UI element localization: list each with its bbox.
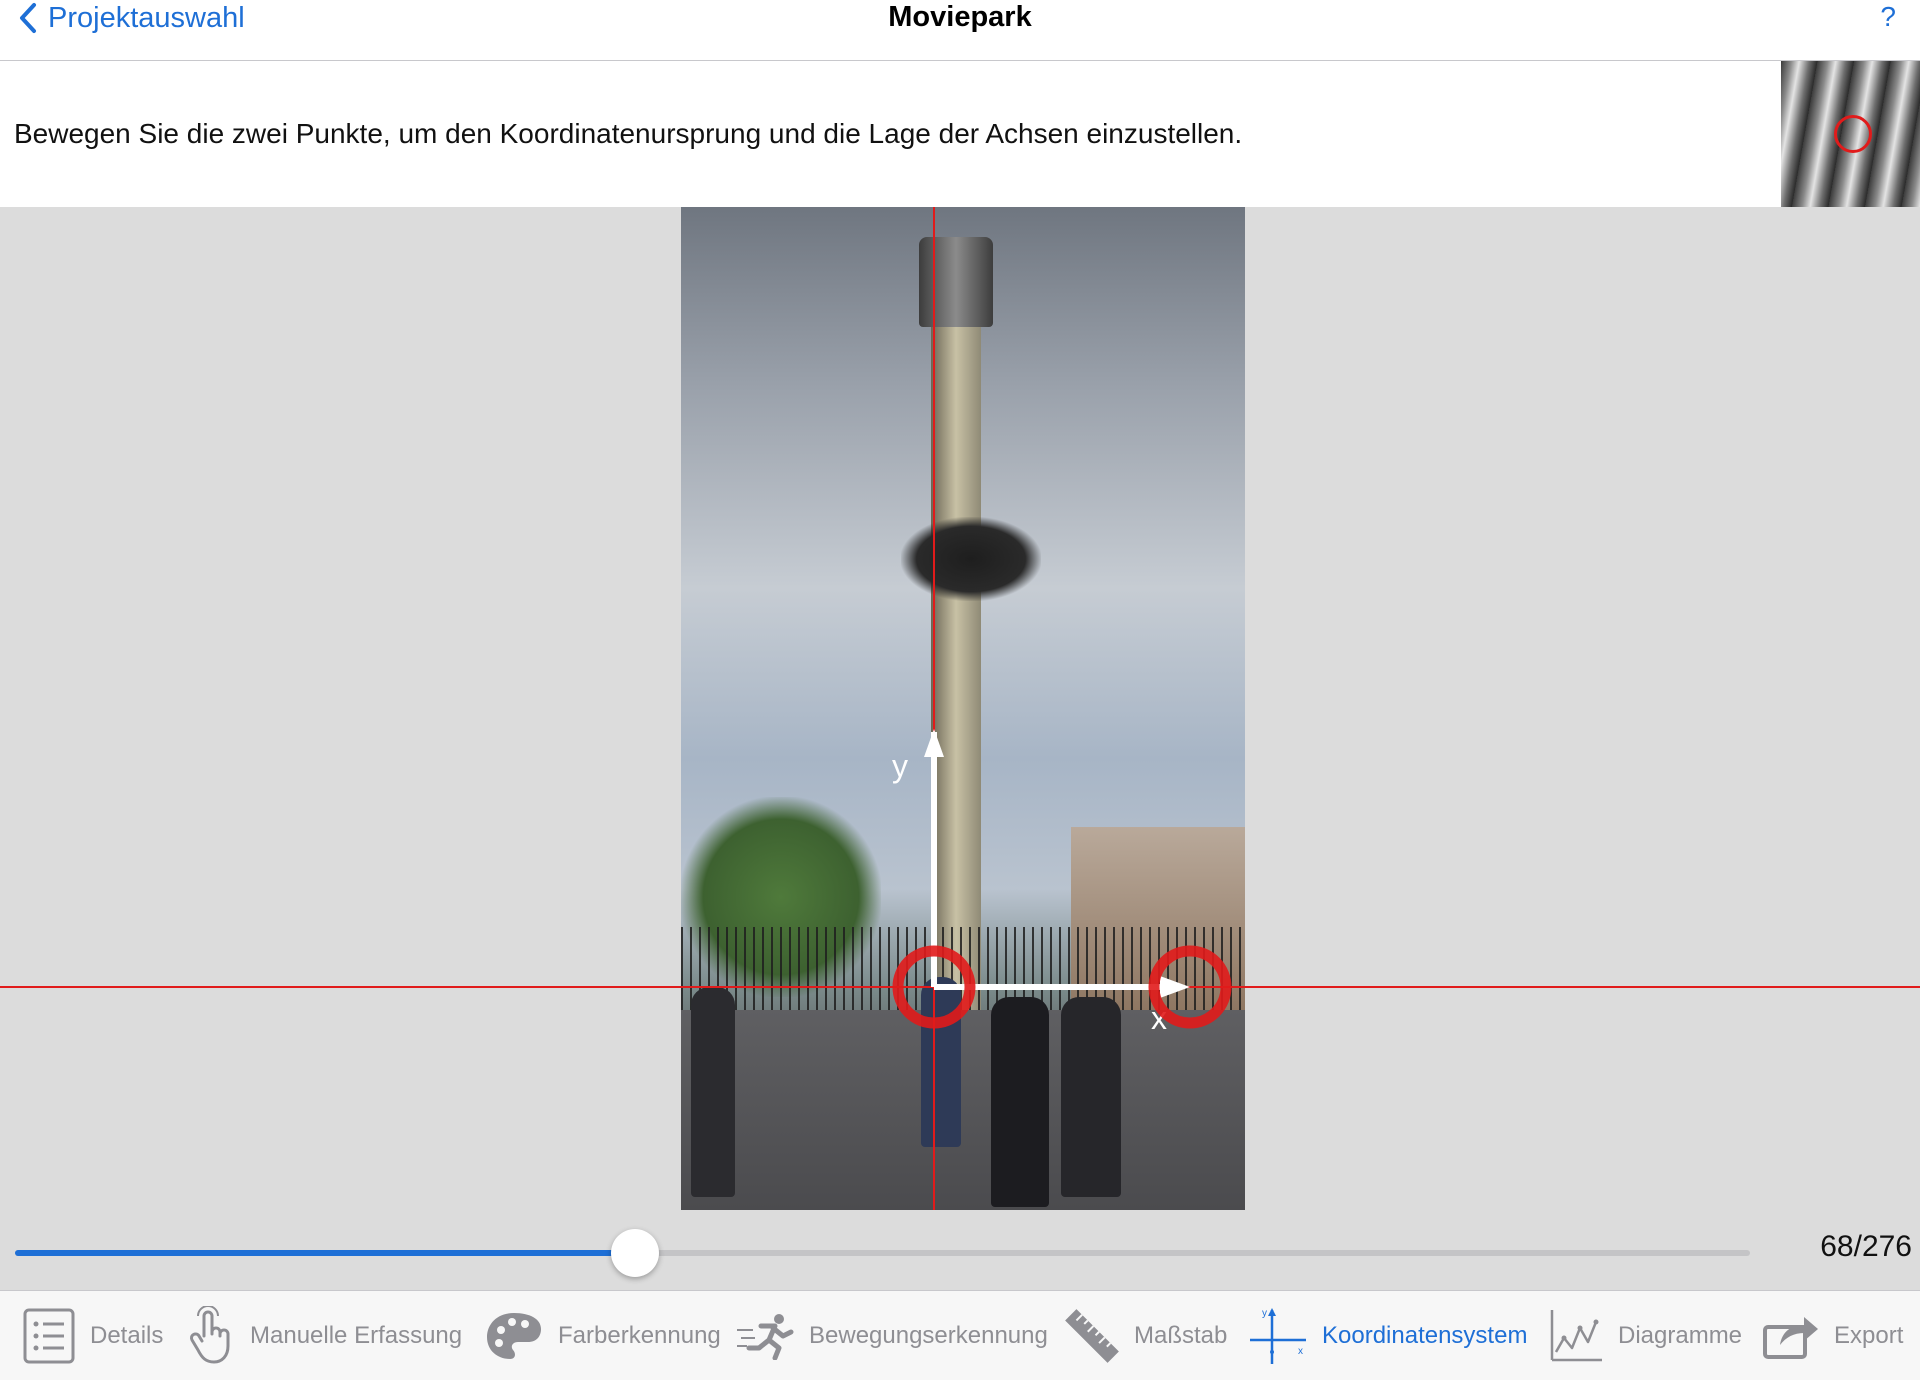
frame-slider-fill bbox=[15, 1250, 635, 1256]
frame-slider[interactable] bbox=[15, 1229, 1750, 1277]
app-window: Projektauswahl Moviepark ? Bewegen Sie d… bbox=[0, 0, 1920, 1380]
instruction-bar: Bewegen Sie die zwei Punkte, um den Koor… bbox=[0, 61, 1920, 207]
tab-diagrams-label: Diagramme bbox=[1618, 1322, 1743, 1349]
frame-counter: 68/276 bbox=[1820, 1230, 1912, 1263]
y-axis-arrowhead bbox=[924, 729, 944, 757]
frame-slider-thumb[interactable] bbox=[610, 1229, 659, 1277]
tab-motion-detection-label: Bewegungserkennung bbox=[809, 1322, 1048, 1349]
back-button[interactable]: Projektauswahl bbox=[18, 0, 245, 36]
tab-bar: Details Manuelle Erfassung Farberkennung bbox=[0, 1290, 1920, 1380]
ruler-icon bbox=[1065, 1309, 1119, 1363]
navigation-bar: Projektauswahl Moviepark ? bbox=[0, 0, 1920, 61]
coordinate-axes-icon: y x bbox=[1250, 1308, 1306, 1364]
chevron-left-icon bbox=[20, 3, 36, 33]
line-chart-icon bbox=[1550, 1310, 1602, 1362]
tab-export-label: Export bbox=[1834, 1322, 1904, 1349]
x-axis-arrowhead bbox=[1160, 976, 1190, 998]
svg-text:y: y bbox=[1262, 1308, 1267, 1319]
tab-scale[interactable]: Maßstab bbox=[1064, 1291, 1227, 1380]
tab-details[interactable]: Details bbox=[22, 1291, 163, 1380]
tab-coordinate-system[interactable]: y x Koordinatensystem bbox=[1248, 1291, 1527, 1380]
video-stage: y x bbox=[0, 207, 1920, 1210]
svg-text:x: x bbox=[1298, 1346, 1303, 1357]
tab-color-detection-label: Farberkennung bbox=[558, 1322, 721, 1349]
zoom-target-ring bbox=[1834, 115, 1872, 153]
tab-scale-label: Maßstab bbox=[1134, 1322, 1228, 1349]
list-icon bbox=[23, 1308, 75, 1364]
frame-slider-row: 68/276 bbox=[0, 1210, 1920, 1290]
tab-export[interactable]: Export bbox=[1762, 1291, 1903, 1380]
coordinate-overlay: y x bbox=[0, 207, 1920, 1210]
instruction-text: Bewegen Sie die zwei Punkte, um den Koor… bbox=[14, 118, 1243, 149]
tab-manual-capture[interactable]: Manuelle Erfassung bbox=[188, 1291, 462, 1380]
running-person-icon bbox=[737, 1314, 794, 1360]
zoom-preview bbox=[1781, 61, 1920, 207]
tab-coordinate-system-label: Koordinatensystem bbox=[1322, 1322, 1528, 1349]
help-button[interactable]: ? bbox=[1880, 0, 1896, 36]
share-icon bbox=[1763, 1317, 1818, 1359]
hand-pointer-icon bbox=[190, 1306, 230, 1364]
tab-color-detection[interactable]: Farberkennung bbox=[484, 1291, 721, 1380]
tab-diagrams[interactable]: Diagramme bbox=[1548, 1291, 1742, 1380]
palette-icon bbox=[487, 1313, 541, 1359]
tab-details-label: Details bbox=[90, 1322, 164, 1349]
tab-manual-capture-label: Manuelle Erfassung bbox=[250, 1322, 463, 1349]
tab-motion-detection[interactable]: Bewegungserkennung bbox=[735, 1291, 1048, 1380]
back-button-label: Projektauswahl bbox=[48, 1, 245, 34]
page-title: Moviepark bbox=[888, 1, 1032, 33]
y-axis-label: y bbox=[892, 748, 908, 784]
